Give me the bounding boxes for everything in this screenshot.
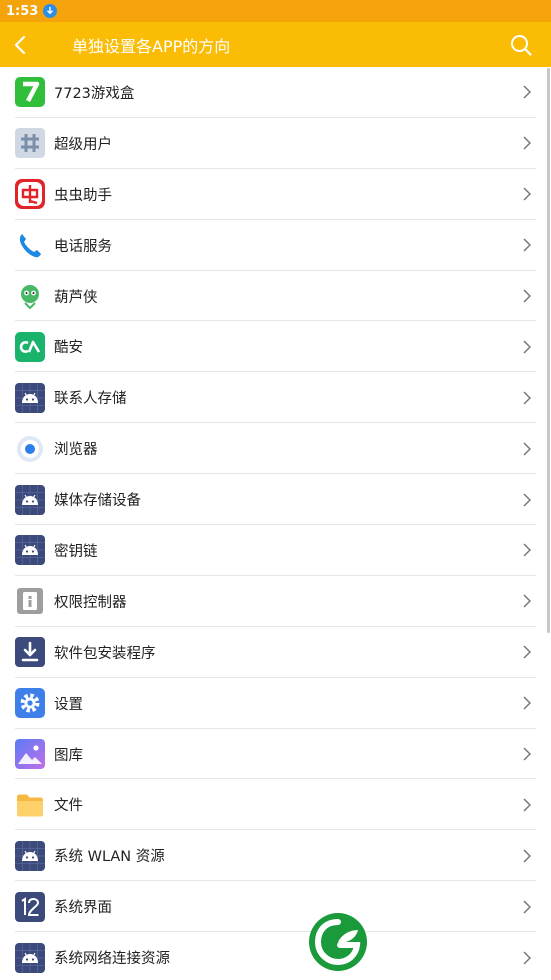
list-item-label: 浏览器 (54, 442, 98, 459)
list-item-label: 密钥链 (54, 543, 98, 560)
chevron-right-icon (523, 492, 535, 508)
list-item-label: 葫芦侠 (54, 289, 98, 306)
android-icon (15, 484, 45, 515)
page-title: 单独设置各APP的方向 (72, 36, 231, 56)
list-item[interactable]: 设置 (0, 678, 551, 729)
list-item[interactable]: 文件 (0, 779, 551, 831)
list-item-label: 媒体存储设备 (54, 493, 141, 510)
android-icon (15, 535, 45, 566)
chevron-right-icon (523, 542, 535, 558)
list-item-label: 虫虫助手 (54, 187, 112, 204)
back-arrow-icon[interactable] (14, 22, 54, 67)
list-item-label: 权限控制器 (54, 594, 127, 611)
list-item[interactable]: 电话服务 (0, 220, 551, 271)
list-item-label: 系统 WLAN 资源 (54, 849, 165, 866)
chevron-right-icon (523, 288, 535, 304)
chevron-right-icon (523, 644, 535, 660)
list-item-label: 7723游戏盒 (54, 85, 135, 102)
list-item[interactable]: 图库 (0, 729, 551, 780)
list-item[interactable]: 软件包安装程序 (0, 627, 551, 678)
chevron-right-icon (523, 339, 535, 355)
chevron-right-icon (523, 899, 535, 915)
phone-icon (15, 230, 45, 260)
list-item-label: 设置 (54, 696, 83, 713)
status-time: 1:53 (6, 3, 39, 19)
chongchong-icon (15, 179, 45, 210)
coolapk-icon (15, 331, 45, 362)
chevron-right-icon (523, 390, 535, 406)
chevron-right-icon (523, 186, 535, 202)
browser-icon (15, 434, 45, 464)
app-list: 7723游戏盒 超级用户虫虫助手电话服务葫芦侠酷安联系人存储浏览器媒体存储设备 密钥… (0, 67, 551, 980)
chevron-right-icon (523, 237, 535, 253)
android-icon (15, 942, 45, 973)
list-item[interactable]: 媒体存储设备 (0, 474, 551, 525)
huluxia-icon (15, 281, 45, 311)
chevron-right-icon (523, 84, 535, 100)
list-item[interactable]: 酷安 (0, 321, 551, 373)
chevron-right-icon (523, 441, 535, 457)
list-item-label: 图库 (54, 747, 83, 764)
android-icon (15, 382, 45, 413)
system-ui-icon (15, 891, 45, 922)
gallery-icon (15, 739, 45, 770)
list-item-label: 超级用户 (54, 136, 112, 153)
list-item[interactable]: 超级用户 (0, 118, 551, 169)
status-bar: 1:53 (0, 0, 551, 22)
7723-icon (15, 77, 45, 108)
android-icon (15, 840, 45, 871)
superuser-icon (15, 128, 45, 159)
chevron-right-icon (523, 797, 535, 813)
chevron-right-icon (523, 746, 535, 762)
list-item-label: 电话服务 (54, 238, 112, 255)
folder-icon (15, 790, 45, 820)
chevron-right-icon (523, 695, 535, 711)
list-item[interactable]: 葫芦侠 (0, 271, 551, 322)
list-item[interactable]: 密钥链 (0, 525, 551, 576)
list-item-label: 系统网络连接资源 (54, 951, 170, 968)
list-item[interactable]: 系统网络连接资源 (0, 932, 551, 980)
installer-icon (15, 637, 45, 668)
chevron-right-icon (523, 593, 535, 609)
list-item-label: 软件包安装程序 (54, 645, 156, 662)
list-item-label: 酷安 (54, 340, 83, 357)
list-item-label: 文件 (54, 798, 83, 815)
settings-icon (15, 688, 45, 719)
chevron-right-icon (523, 950, 535, 966)
list-item[interactable]: 系统 WLAN 资源 (0, 830, 551, 882)
list-item[interactable]: 权限控制器 (0, 576, 551, 627)
chevron-right-icon (523, 135, 535, 151)
list-item[interactable]: 系统界面 (0, 881, 551, 933)
scrollbar[interactable] (547, 68, 550, 633)
list-item[interactable]: 浏览器 (0, 423, 551, 475)
permission-icon (15, 586, 45, 616)
list-item-label: 系统界面 (54, 900, 112, 917)
app-bar: 单独设置各APP的方向 (0, 22, 551, 67)
list-item[interactable]: 虫虫助手 (0, 169, 551, 220)
list-item[interactable]: 联系人存储 (0, 372, 551, 424)
search-icon[interactable] (507, 31, 535, 59)
watermark-logo-icon (308, 912, 368, 972)
list-item[interactable]: 7723游戏盒 (0, 67, 551, 118)
download-icon (43, 4, 58, 18)
chevron-right-icon (523, 848, 535, 864)
list-item-label: 联系人存储 (54, 391, 127, 408)
